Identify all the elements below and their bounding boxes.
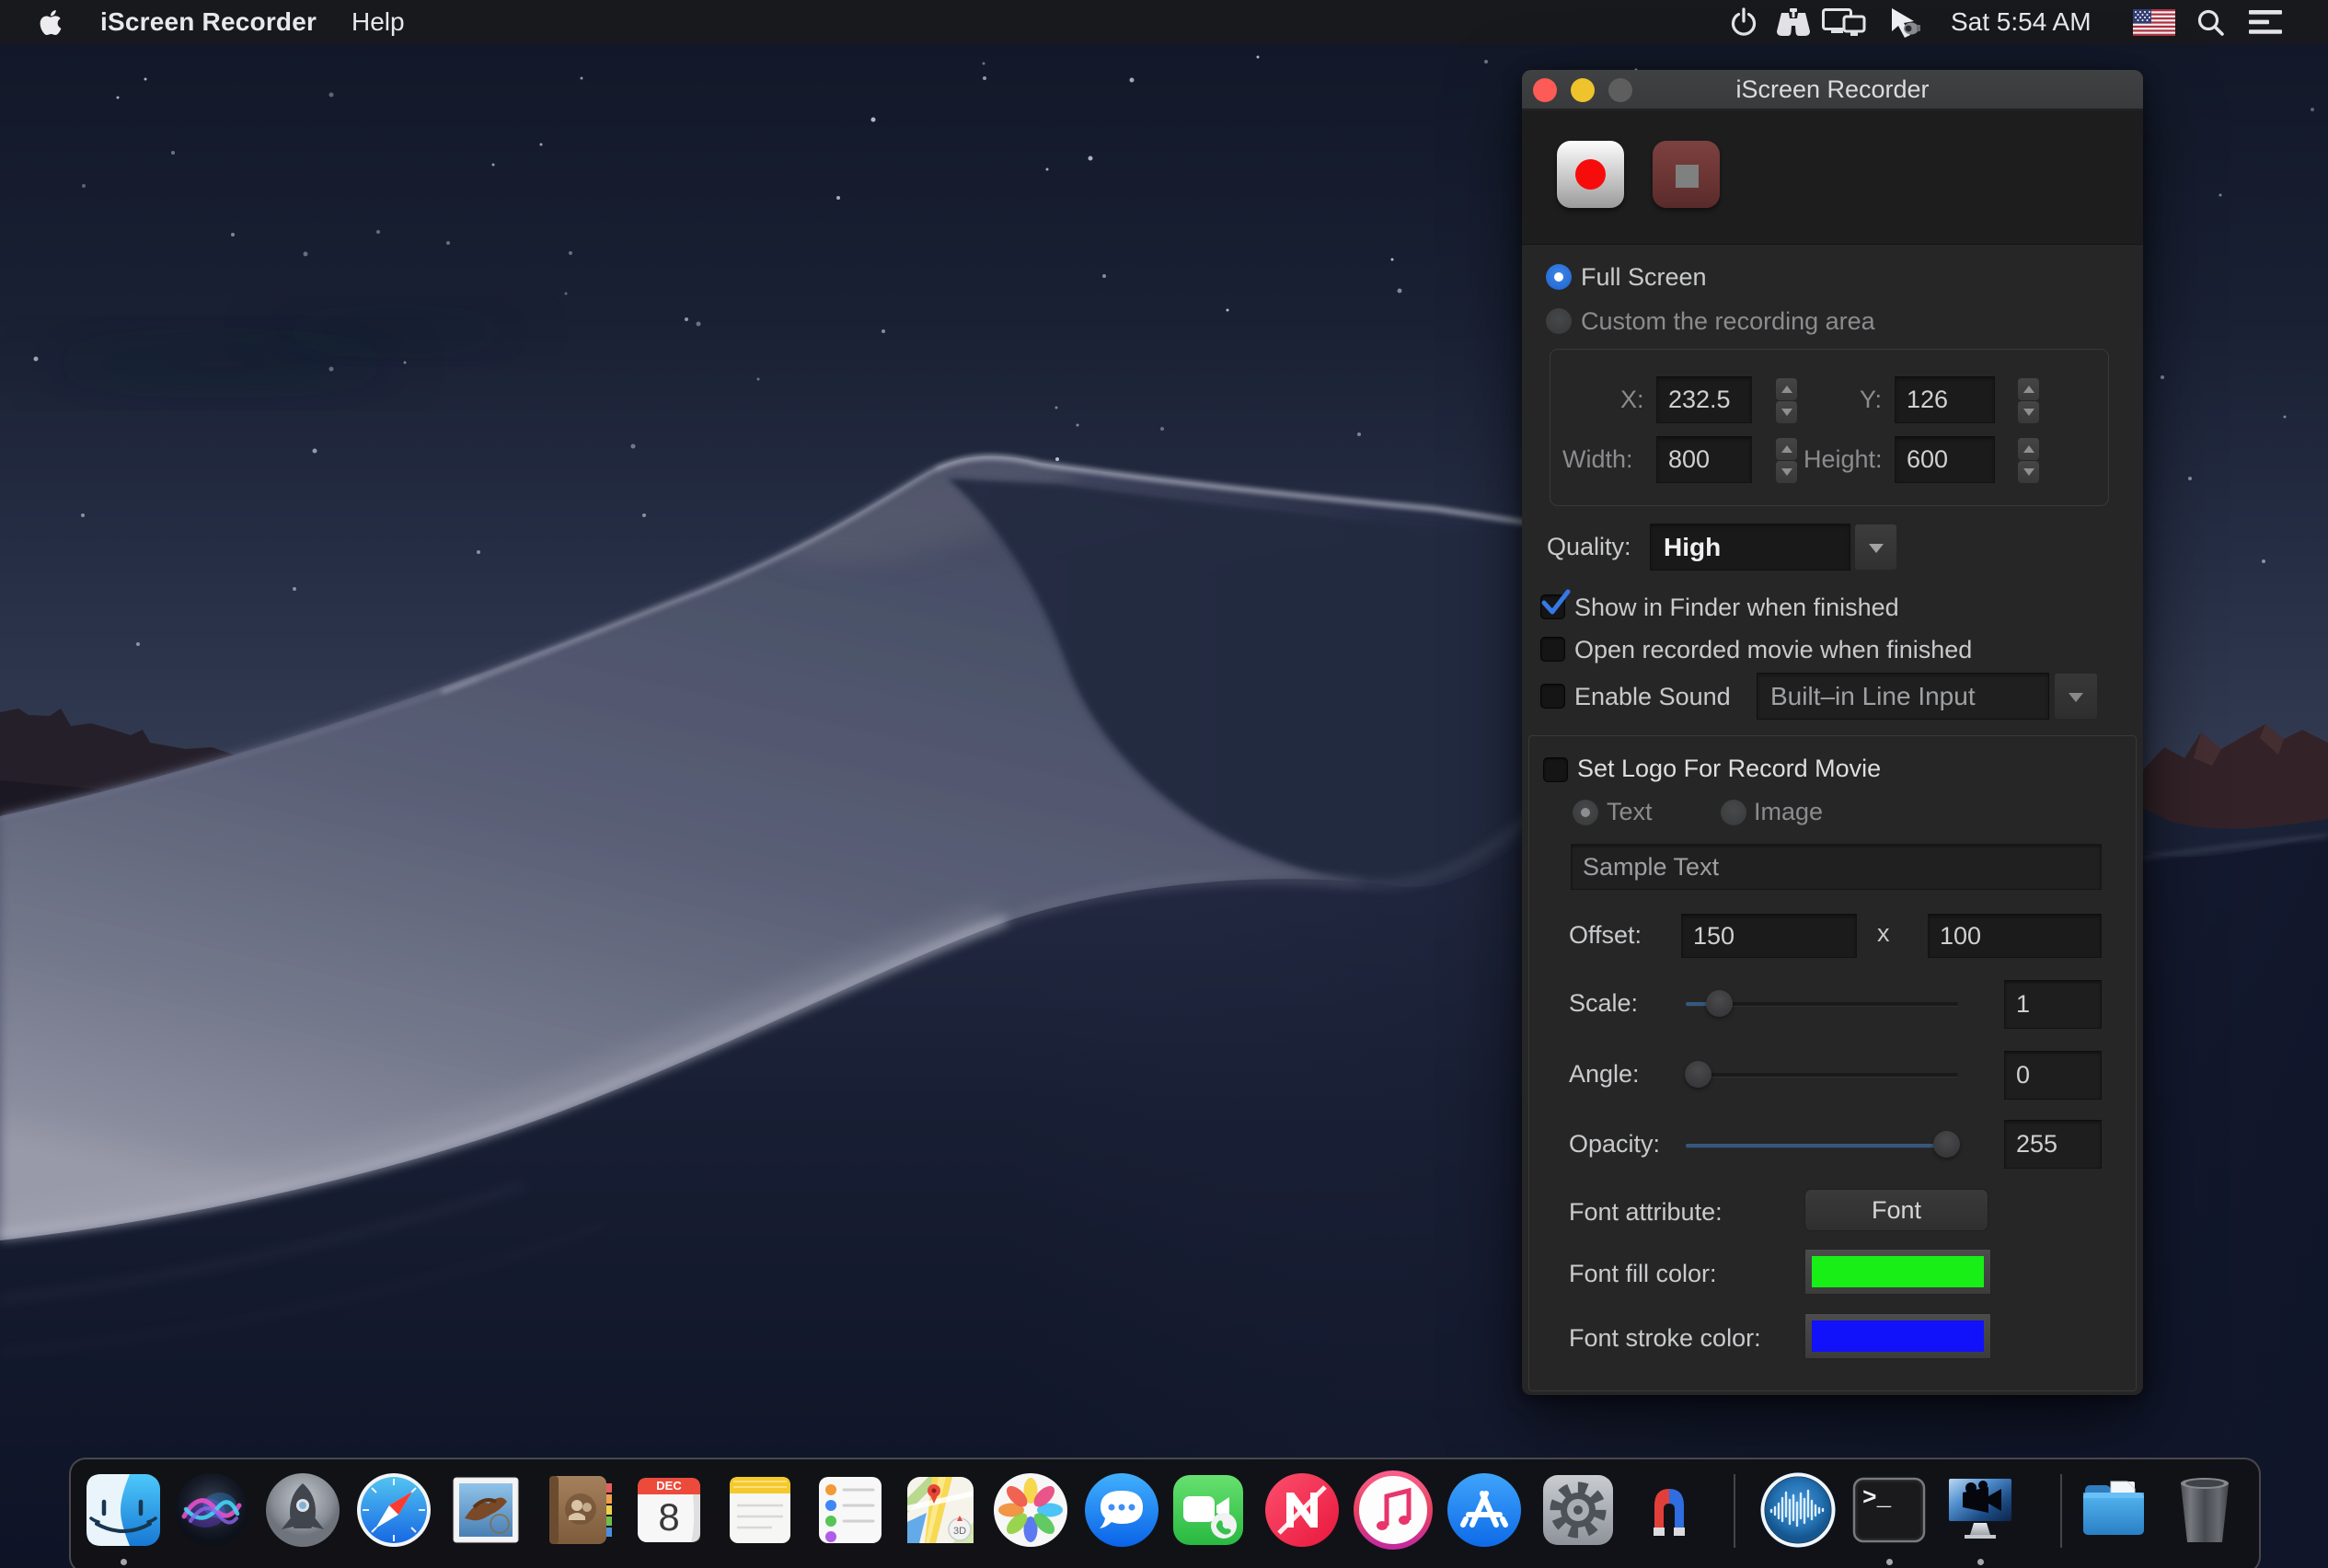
svg-text:>_: >_ bbox=[1862, 1484, 1892, 1512]
svg-text:3D: 3D bbox=[953, 1526, 966, 1537]
svg-text:8: 8 bbox=[658, 1495, 679, 1539]
svg-text:DEC: DEC bbox=[656, 1479, 682, 1493]
